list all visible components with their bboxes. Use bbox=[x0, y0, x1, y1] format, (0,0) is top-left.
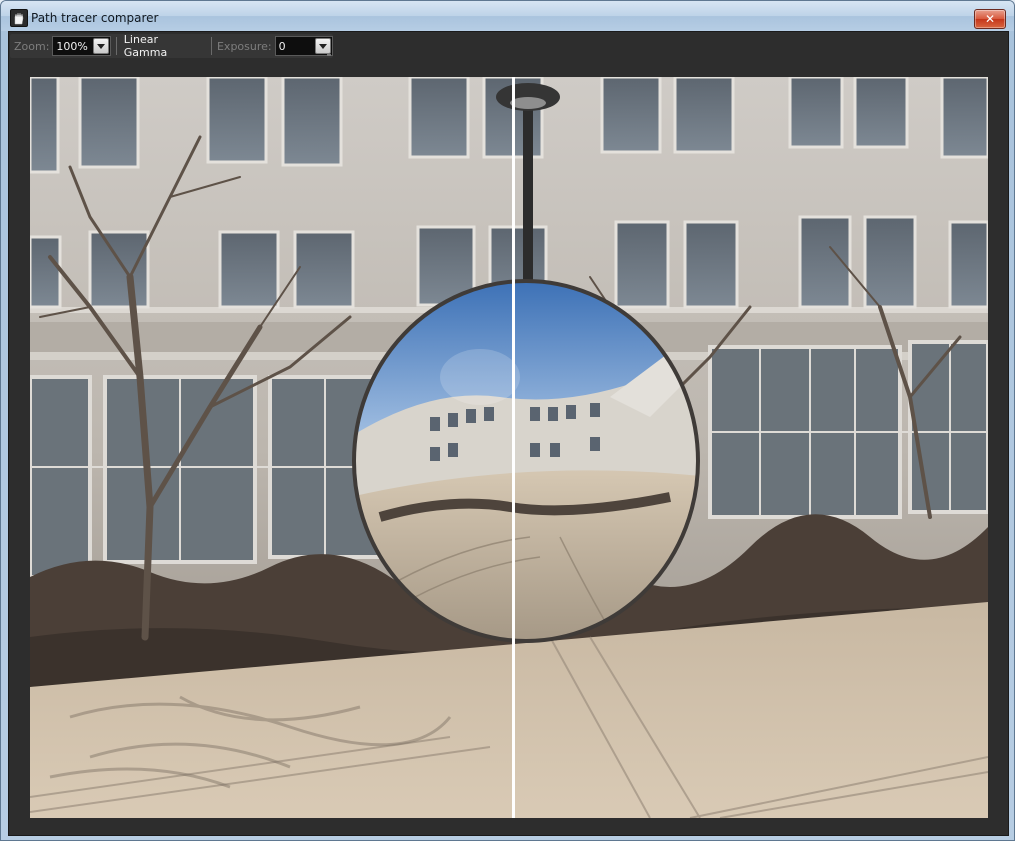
window-title: Path tracer comparer bbox=[31, 11, 159, 25]
close-button[interactable]: ✕ bbox=[974, 9, 1006, 29]
hand-icon bbox=[10, 9, 28, 27]
exposure-label: Exposure: bbox=[216, 39, 272, 53]
exposure-value: 0 bbox=[278, 39, 286, 53]
render-viewport[interactable] bbox=[30, 77, 988, 818]
toolbar: Zoom: 100% Linear Gamma Exposure: 0 bbox=[10, 33, 333, 59]
zoom-dropdown-button[interactable] bbox=[92, 38, 109, 54]
close-icon: ✕ bbox=[984, 12, 996, 26]
toolbar-separator bbox=[115, 37, 117, 55]
chevron-down-icon bbox=[319, 43, 327, 49]
toolbar-grip[interactable] bbox=[327, 54, 331, 56]
toolbar-separator bbox=[211, 37, 212, 55]
chevron-down-icon bbox=[96, 43, 105, 49]
render-image bbox=[30, 77, 988, 818]
linear-gamma-toggle[interactable]: Linear Gamma bbox=[122, 33, 206, 59]
title-bar[interactable]: Path tracer comparer ✕ bbox=[1, 1, 1014, 31]
zoom-select[interactable]: 100% bbox=[52, 36, 111, 56]
exposure-select[interactable]: 0 bbox=[274, 36, 333, 56]
comparison-divider[interactable] bbox=[512, 77, 515, 818]
app-window: Path tracer comparer ✕ Zoom: 100% Linear… bbox=[0, 0, 1015, 841]
exposure-dropdown-button[interactable] bbox=[315, 38, 331, 54]
zoom-value: 100% bbox=[56, 39, 88, 53]
zoom-label: Zoom: bbox=[14, 39, 50, 53]
client-area: Zoom: 100% Linear Gamma Exposure: 0 bbox=[8, 31, 1009, 836]
